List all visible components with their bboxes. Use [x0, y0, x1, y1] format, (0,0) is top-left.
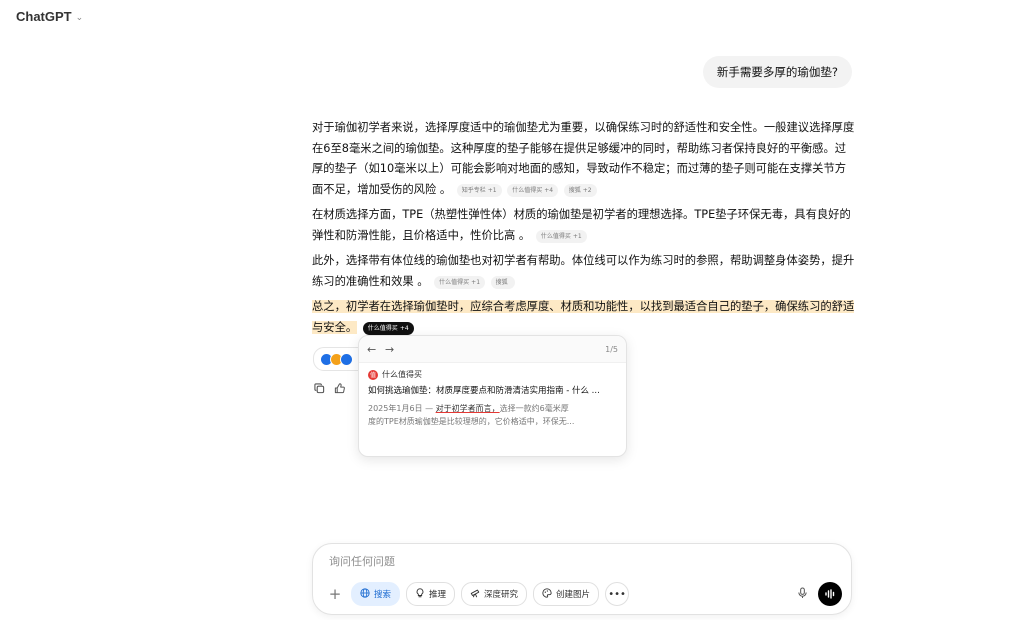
voice-mode-icon[interactable]: [818, 582, 842, 606]
tool-label: 深度研究: [484, 590, 519, 600]
tool-label: 创建图片: [556, 590, 591, 600]
citation-label: 什么值得买: [439, 278, 470, 286]
message-actions: [313, 382, 345, 394]
citation-count: +1: [572, 232, 582, 240]
popover-header: ← → 1/5: [359, 336, 626, 363]
citation-count: +1: [487, 186, 497, 194]
answer-paragraph-highlighted: 总之，初学者在选择瑜伽垫时，应综合考虑厚度、材质和功能性，以找到最适合自己的垫子…: [312, 297, 856, 338]
source-favicon-icon: [340, 352, 353, 366]
citation-chip[interactable]: 什么值得买 +4: [507, 183, 559, 197]
copy-icon[interactable]: [313, 382, 325, 394]
citation-snippet: 2025年1月6日 — 对于初学者而言，选择一款约6毫米厚 度的TPE材质瑜伽垫…: [368, 402, 617, 428]
citation-chip[interactable]: 搜狐: [490, 275, 515, 289]
citation-source: 值 什么值得买: [368, 369, 617, 380]
citation-label: 什么值得买: [367, 324, 398, 332]
site-name: 什么值得买: [382, 370, 422, 379]
model-selector[interactable]: ChatGPT ⌄: [16, 9, 83, 24]
deep-research-tool-button[interactable]: 深度研究: [461, 582, 528, 606]
citation-label: 什么值得买: [512, 186, 543, 194]
plus-icon[interactable]: +: [325, 583, 345, 605]
snippet-date: 2025年1月6日 —: [368, 404, 436, 413]
chevron-down-icon: ⌄: [75, 12, 84, 23]
answer-paragraph: 此外，选择带有体位线的瑜伽垫也对初学者有帮助。体位线可以作为练习时的参照，帮助调…: [312, 251, 856, 292]
snippet-text: 度的TPE材质瑜伽垫是比较理想的，它价格适中，环保无...: [368, 417, 575, 426]
answer-paragraph: 在材质选择方面，TPE（热塑性弹性体）材质的瑜伽垫是初学者的理想选择。TPE垫子…: [312, 205, 856, 246]
citation-chip[interactable]: 什么值得买 +1: [434, 275, 486, 289]
arrow-left-icon[interactable]: ←: [367, 343, 385, 356]
citation-label: 搜狐: [568, 186, 581, 194]
snippet-highlight: 对于初学者而言，: [435, 404, 500, 413]
tool-label: 推理: [429, 590, 447, 600]
prompt-input[interactable]: [327, 554, 811, 569]
citation-count: +4: [544, 186, 554, 194]
citation-count: +2: [582, 186, 592, 194]
citation-chip[interactable]: 知乎专栏 +1: [456, 183, 502, 197]
citation-chip[interactable]: 搜狐 +2: [563, 183, 597, 197]
paragraph-text: 此外，选择带有体位线的瑜伽垫也对初学者有帮助。体位线可以作为练习时的参照，帮助调…: [312, 254, 855, 288]
citation-count: +1: [471, 278, 481, 286]
more-options-icon[interactable]: •••: [605, 582, 630, 606]
reason-tool-button[interactable]: 推理: [406, 582, 456, 606]
assistant-answer: 对于瑜伽初学者来说，选择厚度适中的瑜伽垫尤为重要，以确保练习时的舒适性和安全性。…: [312, 118, 856, 343]
create-image-tool-button[interactable]: 创建图片: [533, 582, 600, 606]
user-message: 新手需要多厚的瑜伽垫?: [702, 56, 852, 88]
model-name: ChatGPT: [16, 9, 72, 24]
popover-page-indicator: 1/5: [605, 344, 618, 354]
composer: + 搜索 推理 深度研究 创建图片 •••: [312, 543, 852, 615]
tool-label: 搜索: [374, 590, 392, 600]
telescope-icon: [470, 588, 480, 601]
citation-count: +4: [399, 324, 409, 332]
snippet-text: 选择一款约6毫米厚: [499, 404, 569, 413]
globe-icon: [360, 587, 370, 601]
composer-tools: + 搜索 推理 深度研究 创建图片 •••: [325, 582, 630, 606]
palette-icon: [542, 587, 552, 601]
search-tool-button[interactable]: 搜索: [351, 582, 401, 606]
citation-title[interactable]: 如何挑选瑜伽垫：材质厚度要点和防滑清洁实用指南 - 什么 ...: [368, 385, 617, 398]
citation-label: 知乎专栏: [461, 186, 486, 194]
lightbulb-icon: [415, 587, 425, 601]
citation-card[interactable]: 值 什么值得买 如何挑选瑜伽垫：材质厚度要点和防滑清洁实用指南 - 什么 ...…: [359, 363, 626, 428]
citation-label: 什么值得买: [540, 232, 571, 240]
citation-label: 搜狐: [495, 278, 508, 286]
microphone-icon[interactable]: [791, 582, 813, 604]
site-logo-icon: 值: [368, 369, 378, 380]
answer-paragraph: 对于瑜伽初学者来说，选择厚度适中的瑜伽垫尤为重要，以确保练习时的舒适性和安全性。…: [312, 118, 856, 200]
citation-chip-active[interactable]: 什么值得买 +4: [362, 321, 414, 335]
arrow-right-icon[interactable]: →: [385, 343, 403, 356]
thumbs-up-icon[interactable]: [333, 382, 345, 394]
citation-chip[interactable]: 什么值得买 +1: [535, 229, 587, 243]
citation-popover[interactable]: ← → 1/5 值 什么值得买 如何挑选瑜伽垫：材质厚度要点和防滑清洁实用指南 …: [358, 335, 627, 457]
